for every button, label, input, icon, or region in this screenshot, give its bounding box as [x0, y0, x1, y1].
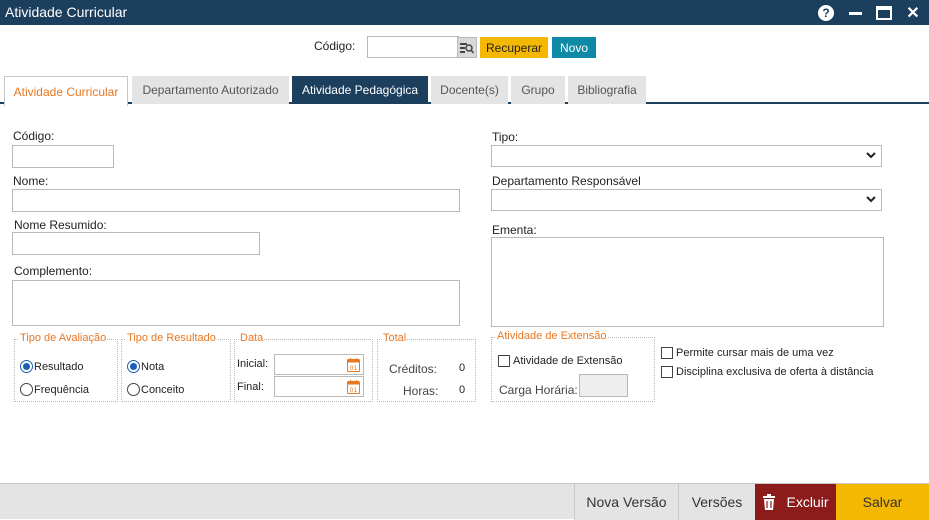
tipo-label: Tipo:	[492, 130, 519, 144]
carga-horaria-input[interactable]	[579, 374, 628, 397]
checkbox-icon	[661, 347, 673, 359]
radio-nota-label: Nota	[141, 360, 165, 373]
horas-value: 0	[459, 384, 466, 396]
departamento-select[interactable]	[491, 189, 882, 211]
data-inicial-input[interactable]: 01	[274, 354, 364, 375]
chevron-down-icon	[865, 148, 877, 162]
radio-nota[interactable]: Nota	[127, 360, 164, 373]
total-legend: Total	[382, 332, 408, 344]
ementa-textarea[interactable]	[491, 237, 884, 327]
search-code-label: Código:	[314, 39, 356, 53]
complemento-label: Complemento:	[14, 264, 93, 278]
permite-checkbox[interactable]: Permite cursar mais de uma vez	[661, 347, 834, 359]
chevron-down-icon	[865, 192, 877, 206]
nome-resumido-label: Nome Resumido:	[14, 218, 107, 232]
nome-input[interactable]	[12, 189, 460, 212]
tab-atividade-curricular[interactable]: Atividade Curricular	[4, 76, 128, 106]
codigo-input[interactable]	[12, 145, 114, 168]
salvar-button[interactable]: Salvar	[836, 484, 929, 520]
radio-resultado-label: Resultado	[34, 360, 84, 373]
radio-frequencia-label: Frequência	[34, 383, 90, 396]
radio-selected-icon	[20, 360, 33, 373]
radio-frequencia[interactable]: Frequência	[20, 383, 89, 396]
data-inicial-label: Inicial:	[237, 358, 269, 370]
creditos-value: 0	[459, 362, 466, 374]
calendar-icon[interactable]: 01	[347, 380, 360, 394]
novo-button[interactable]: Novo	[552, 37, 596, 58]
data-final-input[interactable]: 01	[274, 376, 364, 397]
versoes-button[interactable]: Versões	[678, 484, 755, 520]
radio-unselected-icon	[127, 383, 140, 396]
radio-unselected-icon	[20, 383, 33, 396]
radio-conceito-label: Conceito	[141, 383, 185, 396]
title-bar: Atividade Curricular ? ✕	[0, 0, 929, 25]
total-group: Total Créditos: 0 Horas: 0	[377, 332, 476, 402]
help-glyph: ?	[818, 4, 834, 21]
tipo-resultado-legend: Tipo de Resultado	[126, 332, 217, 344]
tab-grupo[interactable]: Grupo	[511, 76, 565, 104]
calendar-glyph: 01	[350, 365, 358, 372]
nome-resumido-input[interactable]	[12, 232, 260, 255]
minimize-icon[interactable]	[845, 3, 865, 22]
distancia-checkbox[interactable]: Disciplina exclusiva de oferta à distânc…	[661, 366, 874, 378]
search-icon[interactable]	[457, 37, 477, 58]
calendar-glyph: 01	[350, 387, 358, 394]
creditos-label: Créditos:	[389, 362, 438, 376]
close-icon[interactable]: ✕	[903, 3, 923, 22]
radio-selected-icon	[127, 360, 140, 373]
tab-atividade-pedagogica[interactable]: Atividade Pedagógica	[292, 76, 428, 104]
excluir-button[interactable]: Excluir	[755, 484, 836, 520]
radio-conceito[interactable]: Conceito	[127, 383, 184, 396]
footer-toolbar: Nova Versão Versões Excluir Salvar	[0, 483, 929, 520]
extensao-legend: Atividade de Extensão	[496, 330, 608, 342]
excluir-label: Excluir	[786, 494, 829, 510]
data-final-label: Final:	[237, 381, 264, 393]
help-icon[interactable]: ?	[816, 3, 836, 22]
tab-bar: Atividade Curricular Departamento Autori…	[0, 76, 929, 106]
ementa-label: Ementa:	[492, 223, 537, 237]
window-title: Atividade Curricular	[5, 4, 128, 20]
radio-resultado[interactable]: Resultado	[20, 360, 84, 373]
tab-docentes[interactable]: Docente(s)	[431, 76, 508, 104]
extensao-checkbox[interactable]: Atividade de Extensão	[498, 355, 622, 367]
tipo-resultado-group: Tipo de Resultado Nota Conceito	[121, 332, 231, 402]
extensao-checkbox-label: Atividade de Extensão	[513, 355, 623, 367]
trash-icon	[763, 494, 776, 510]
nova-versao-button[interactable]: Nova Versão	[574, 484, 678, 520]
search-code-input[interactable]	[367, 36, 459, 58]
distancia-checkbox-label: Disciplina exclusiva de oferta à distânc…	[676, 366, 874, 378]
checkbox-icon	[661, 366, 673, 378]
permite-checkbox-label: Permite cursar mais de uma vez	[676, 347, 834, 359]
data-group: Data Inicial: 01 Final: 01	[234, 332, 373, 402]
departamento-label: Departamento Responsável	[492, 174, 641, 188]
tipo-avaliacao-legend: Tipo de Avaliação	[19, 332, 108, 344]
checkbox-icon	[498, 355, 510, 367]
tipo-select[interactable]	[491, 145, 882, 167]
complemento-textarea[interactable]	[12, 280, 460, 326]
tab-bibliografia[interactable]: Bibliografia	[568, 76, 646, 104]
recuperar-button[interactable]: Recuperar	[480, 37, 548, 58]
maximize-icon[interactable]	[874, 3, 894, 22]
carga-horaria-label: Carga Horária:	[499, 383, 578, 397]
tipo-avaliacao-group: Tipo de Avaliação Resultado Frequência	[14, 332, 118, 402]
codigo-label: Código:	[13, 129, 55, 143]
horas-label: Horas:	[403, 384, 439, 398]
calendar-icon[interactable]: 01	[347, 358, 360, 372]
tab-departamento-autorizado[interactable]: Departamento Autorizado	[132, 76, 289, 104]
nome-label: Nome:	[13, 174, 49, 188]
extensao-group: Atividade de Extensão Atividade de Exten…	[491, 330, 655, 402]
data-legend: Data	[239, 332, 265, 344]
